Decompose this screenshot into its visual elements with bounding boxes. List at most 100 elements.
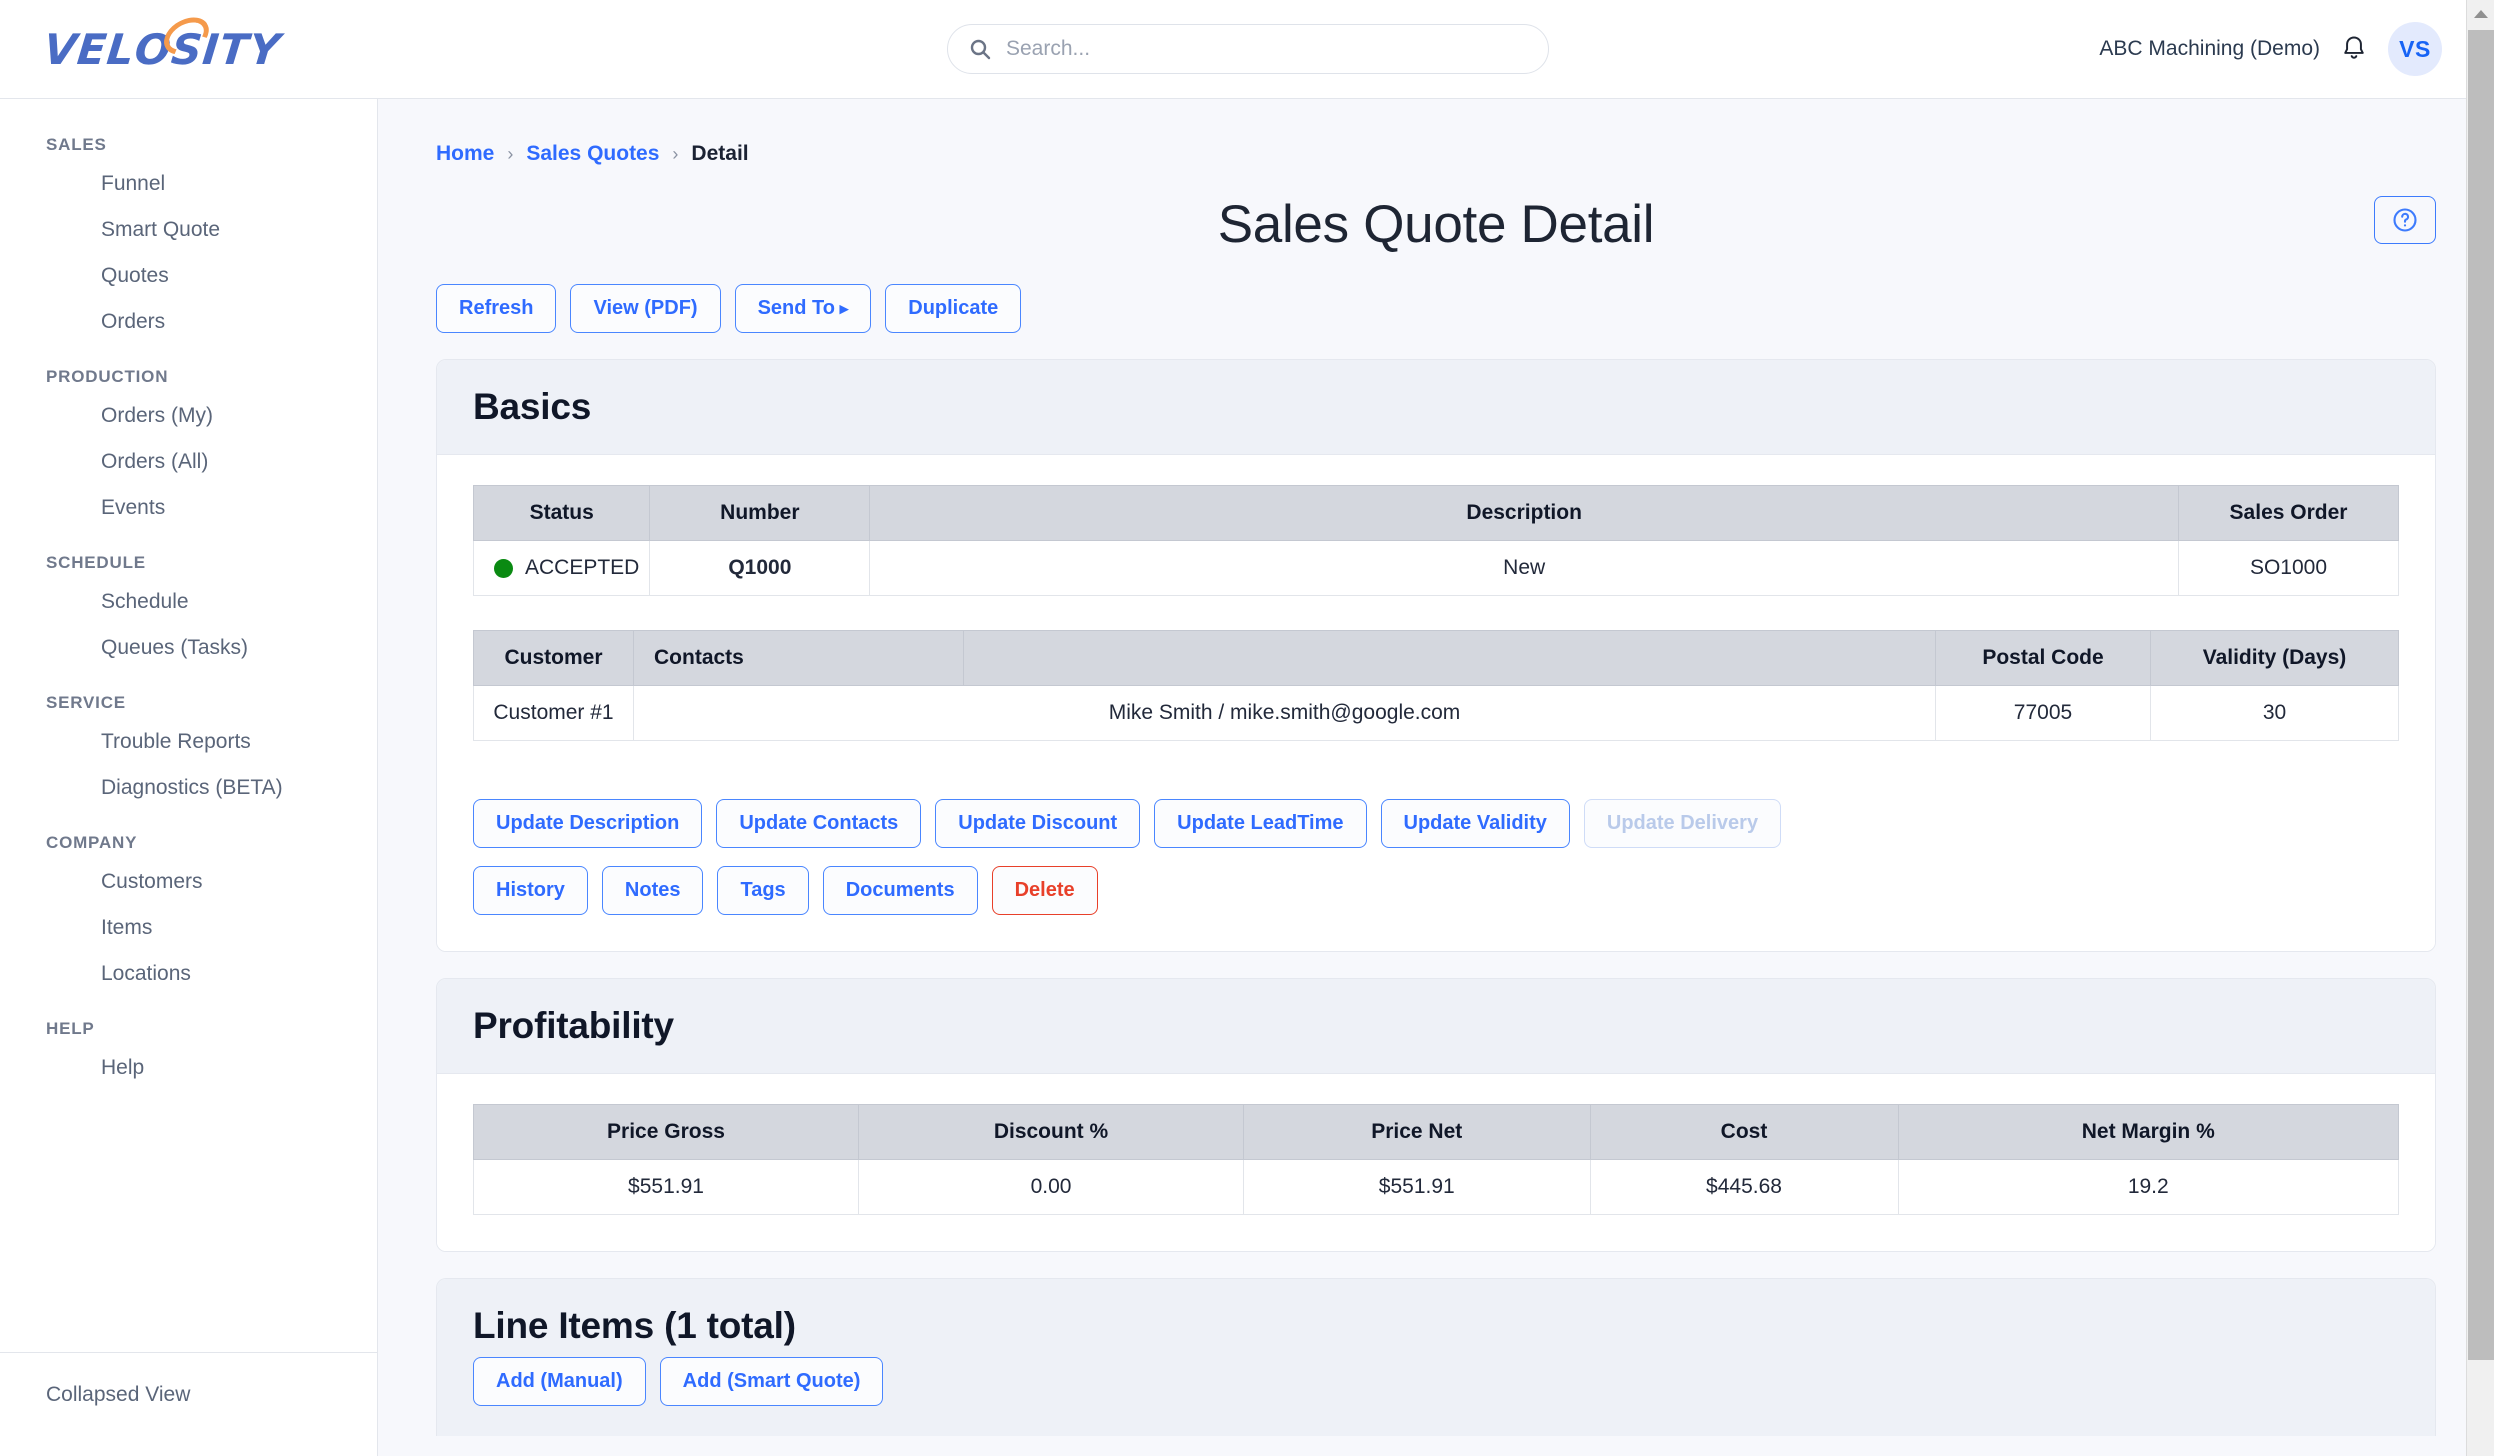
status-dot-icon [494,558,513,578]
add-manual-button[interactable]: Add (Manual) [473,1357,646,1406]
cell-postal-code: 77005 [1935,685,2151,741]
sidebar-item-customers[interactable]: Customers [0,859,377,905]
col-number: Number [649,485,871,541]
sidebar-item-funnel[interactable]: Funnel [0,161,377,207]
profitability-card-body: Price Gross Discount % Price Net Cost Ne… [437,1074,2435,1251]
title-row: Sales Quote Detail [436,190,2436,276]
tags-button[interactable]: Tags [717,866,809,915]
breadcrumb-sales-quotes[interactable]: Sales Quotes [526,142,659,166]
profitability-card-header: Profitability [437,979,2435,1074]
top-header: VELOSITY ABC Machining (Demo) VS [0,0,2494,99]
duplicate-button[interactable]: Duplicate [885,284,1022,333]
cell-price-net: $551.91 [1243,1159,1591,1215]
org-name: ABC Machining (Demo) [2099,37,2320,60]
sidebar-item-smart-quote[interactable]: Smart Quote [0,207,377,253]
search-input[interactable] [1006,37,1528,61]
scroll-up-arrow-icon[interactable] [2467,0,2494,28]
sidebar-item-help[interactable]: Help [0,1045,377,1091]
sidebar-item-items[interactable]: Items [0,905,377,951]
logo-letter-o: O [132,24,175,74]
update-description-button[interactable]: Update Description [473,799,703,848]
help-button[interactable] [2374,196,2436,244]
update-discount-button[interactable]: Update Discount [935,799,1141,848]
sidebar-item-schedule[interactable]: Schedule [0,579,377,625]
col-description: Description [869,485,2179,541]
basics-card-body: Status Number Description Sales Order AC… [437,455,2435,951]
nav-group-sales: SALES Funnel Smart Quote Quotes Orders [0,135,377,345]
send-to-button[interactable]: Send To [734,284,872,333]
nav-group-company: COMPANY Customers Items Locations [0,833,377,997]
view-pdf-button[interactable]: View (PDF) [570,284,721,333]
documents-button[interactable]: Documents [822,866,978,915]
sidebar-item-locations[interactable]: Locations [0,951,377,997]
col-net-margin-pct: Net Margin % [1897,1104,2399,1160]
add-smart-quote-button[interactable]: Add (Smart Quote) [659,1357,884,1406]
sidebar-item-trouble-reports[interactable]: Trouble Reports [0,719,377,765]
cell-number: Q1000 [649,540,871,596]
col-discount-pct: Discount % [858,1104,1244,1160]
history-button[interactable]: History [473,866,588,915]
update-leadtime-button[interactable]: Update LeadTime [1154,799,1367,848]
chevron-right-icon: › [507,143,514,164]
nav-group-production: PRODUCTION Orders (My) Orders (All) Even… [0,367,377,531]
sidebar-item-queues-tasks[interactable]: Queues (Tasks) [0,625,377,671]
line-items-card: Line Items (1 total) Add (Manual) Add (S… [436,1278,2436,1436]
main-inner: Home › Sales Quotes › Detail Sales Quote… [378,99,2494,1436]
col-customer: Customer [473,630,634,686]
app-root: VELOSITY ABC Machining (Demo) VS [0,0,2494,1456]
breadcrumb-home[interactable]: Home [436,142,494,166]
refresh-button[interactable]: Refresh [436,284,557,333]
cell-contacts: Mike Smith / mike.smith@google.com [633,685,1936,741]
cell-customer-link[interactable]: Customer #1 [473,685,634,741]
cell-validity-days: 30 [2150,685,2399,741]
avatar[interactable]: VS [2388,22,2442,76]
nav-group-schedule: SCHEDULE Schedule Queues (Tasks) [0,553,377,671]
col-price-net: Price Net [1243,1104,1591,1160]
sidebar-footer: Collapsed View [0,1352,377,1456]
sidebar-item-quotes[interactable]: Quotes [0,253,377,299]
line-items-card-header: Line Items (1 total) [437,1279,2435,1357]
logo-text: VELOSITY [41,9,284,74]
basics-customer-table: Customer Contacts Postal Code Validity (… [473,630,2399,741]
sidebar-item-orders-all[interactable]: Orders (All) [0,439,377,485]
basics-status-table: Status Number Description Sales Order AC… [472,485,2399,596]
brand-logo[interactable]: VELOSITY [0,0,378,98]
basics-secondary-actions: History Notes Tags Documents Delete [473,866,2399,915]
notes-button[interactable]: Notes [601,866,704,915]
sidebar-item-orders[interactable]: Orders [0,299,377,345]
main-content: Home › Sales Quotes › Detail Sales Quote… [378,99,2494,1456]
cell-discount-pct: 0.00 [858,1159,1244,1215]
table-header-row: Status Number Description Sales Order [472,485,2399,541]
nav-group-service: SERVICE Trouble Reports Diagnostics (BET… [0,693,377,811]
global-search[interactable] [947,24,1549,74]
col-cost: Cost [1589,1104,1899,1160]
sidebar-nav: SALES Funnel Smart Quote Quotes Orders P… [0,99,377,1352]
scrollbar-thumb[interactable] [2468,30,2494,1360]
col-sales-order: Sales Order [2178,485,2399,541]
col-price-gross: Price Gross [473,1104,859,1160]
collapsed-view-toggle[interactable]: Collapsed View [46,1383,377,1407]
nav-group-title: SCHEDULE [46,553,146,572]
sidebar: SALES Funnel Smart Quote Quotes Orders P… [0,99,378,1456]
page-title: Sales Quote Detail [1217,195,1655,254]
line-items-heading: Line Items (1 total) [473,1305,796,1346]
col-postal-code: Postal Code [1935,630,2151,686]
sidebar-item-diagnostics[interactable]: Diagnostics (BETA) [0,765,377,811]
header-right-cluster: ABC Machining (Demo) VS [2099,22,2442,76]
cell-price-gross: $551.91 [473,1159,859,1215]
update-contacts-button[interactable]: Update Contacts [716,799,922,848]
update-validity-button[interactable]: Update Validity [1380,799,1570,848]
cell-net-margin-pct: 19.2 [1897,1159,2399,1215]
status-badge: ACCEPTED [484,556,639,580]
cell-sales-order-link[interactable]: SO1000 [2178,540,2399,596]
status-label: ACCEPTED [525,556,640,579]
bell-icon[interactable] [2340,34,2368,64]
sidebar-item-events[interactable]: Events [0,485,377,531]
delete-button[interactable]: Delete [991,866,1098,915]
logo-suffix: SITY [169,24,284,74]
breadcrumb: Home › Sales Quotes › Detail [436,99,2436,166]
profitability-table: Price Gross Discount % Price Net Cost Ne… [473,1104,2399,1215]
vertical-scrollbar[interactable] [2466,0,2494,1456]
basics-card: Basics Status Number Description Sales O… [436,359,2436,952]
sidebar-item-orders-my[interactable]: Orders (My) [0,393,377,439]
